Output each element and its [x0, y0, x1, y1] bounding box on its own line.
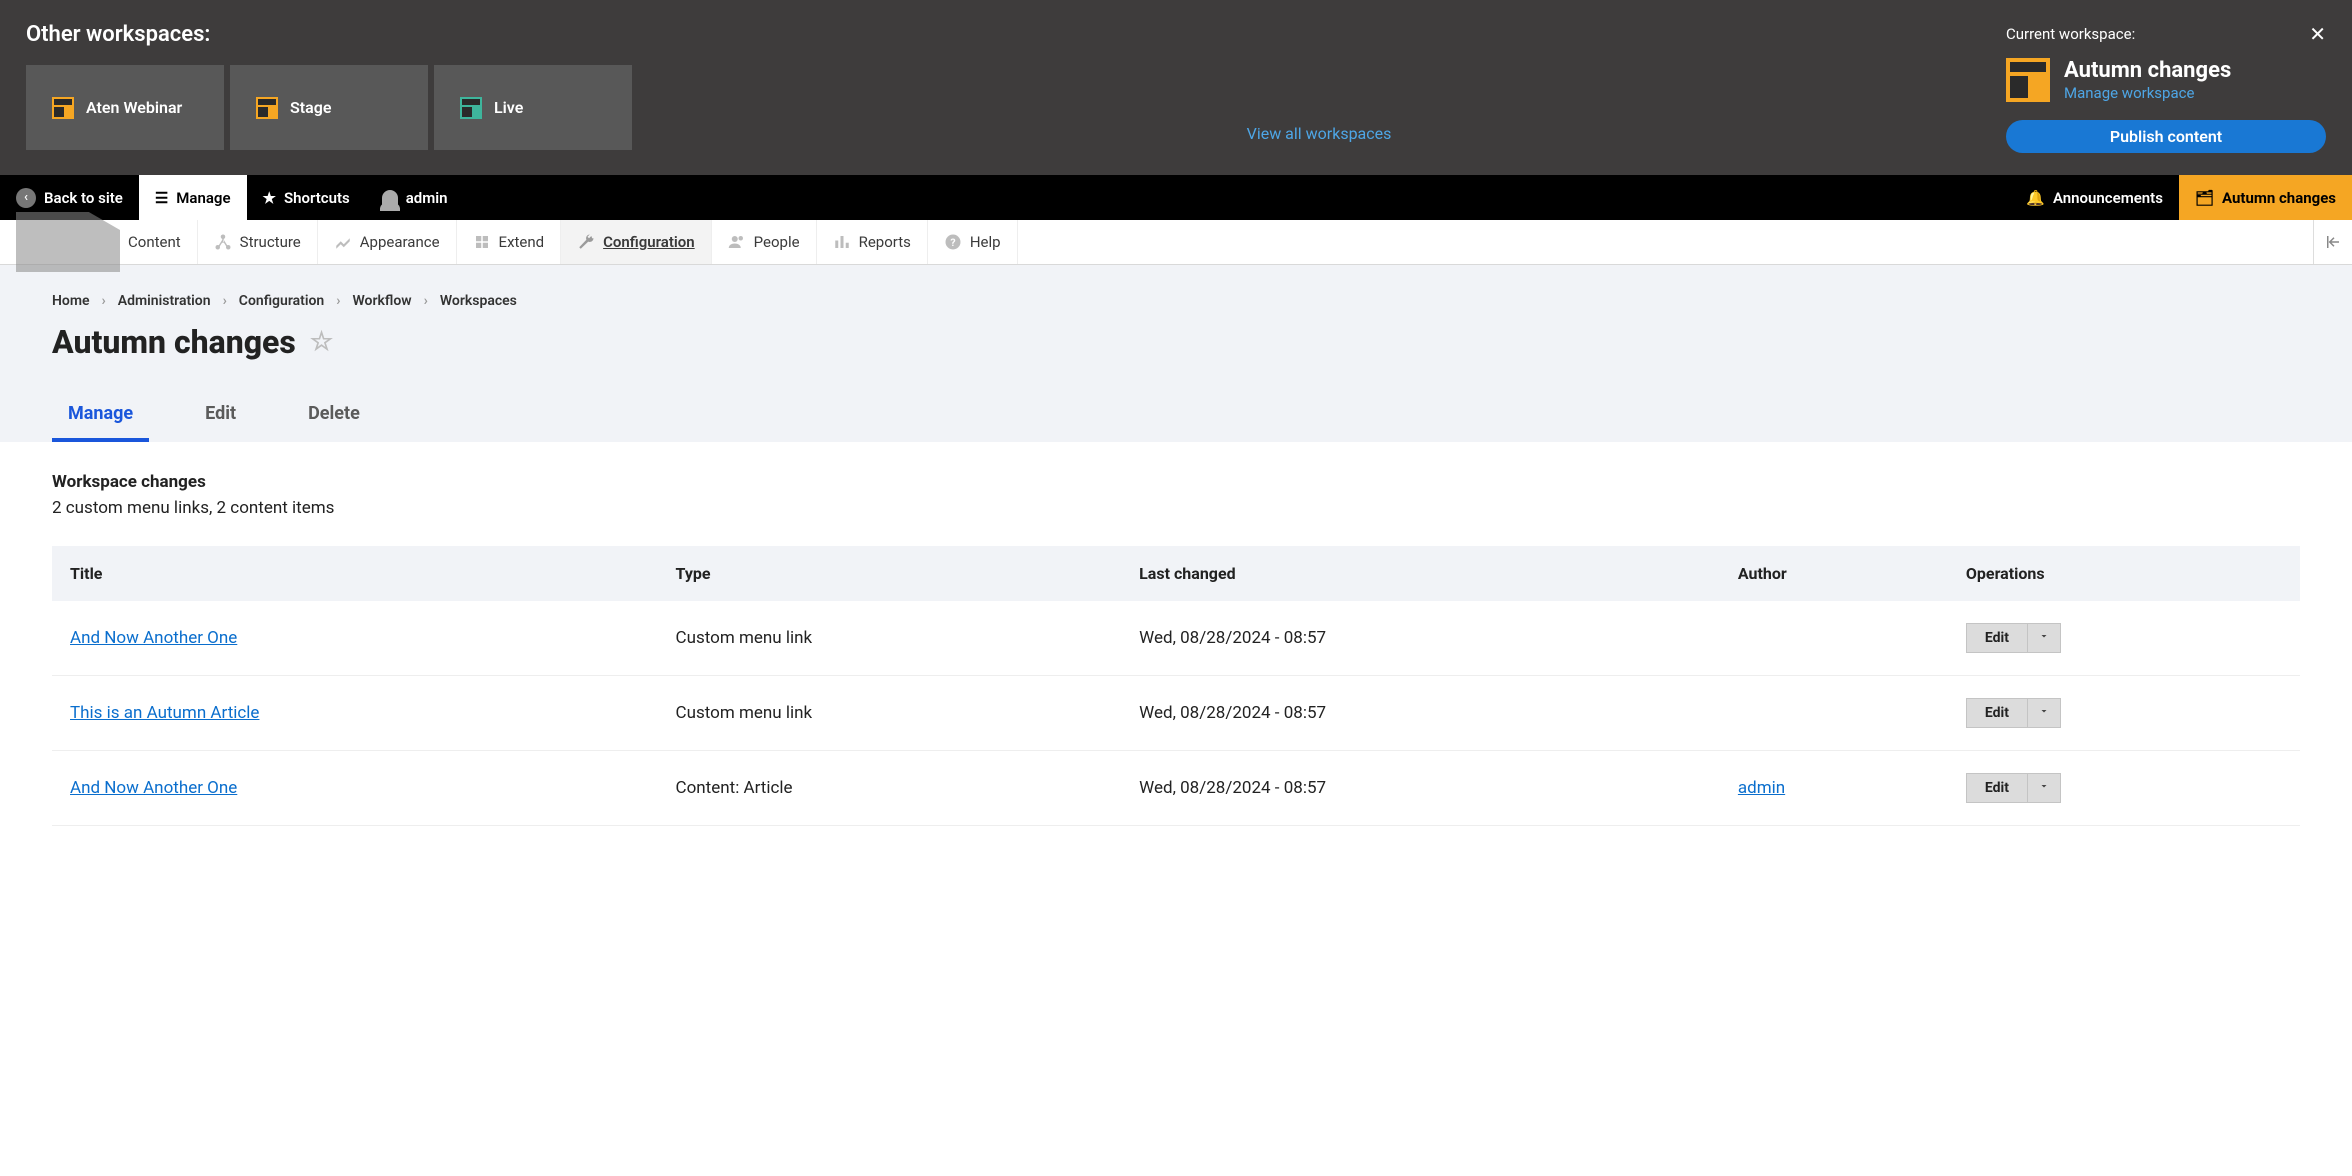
- tab-delete[interactable]: Delete: [292, 395, 376, 442]
- help-icon: ?: [944, 233, 962, 251]
- admin-submenu: Content Structure Appearance Extend Conf…: [0, 220, 2352, 265]
- manage-workspace-link[interactable]: Manage workspace: [2064, 84, 2194, 102]
- breadcrumb-item[interactable]: Workspaces: [440, 293, 517, 309]
- workspace-tile-live[interactable]: Live: [434, 65, 632, 150]
- star-icon: ★: [263, 189, 276, 207]
- admin-toolbar: ‹Back to site ☰Manage ★Shortcuts admin 🔔…: [0, 175, 2352, 220]
- user-menu-button[interactable]: admin: [366, 175, 464, 220]
- breadcrumb-item[interactable]: Workflow: [352, 293, 411, 309]
- submenu-people[interactable]: People: [712, 220, 817, 264]
- workspace-changes-summary: 2 custom menu links, 2 content items: [52, 498, 2300, 518]
- breadcrumb-item[interactable]: Configuration: [239, 293, 324, 309]
- submenu-appearance[interactable]: Appearance: [318, 220, 457, 264]
- submenu-content[interactable]: Content: [0, 220, 198, 264]
- current-workspace-name: Autumn changes: [2064, 58, 2231, 83]
- workspace-icon: 🗂: [2195, 189, 2214, 207]
- col-operations: Operations: [1948, 546, 2300, 601]
- col-last-changed: Last changed: [1121, 546, 1720, 601]
- row-title-link[interactable]: This is an Autumn Article: [70, 703, 259, 723]
- row-last-changed: Wed, 08/28/2024 - 08:57: [1121, 676, 1720, 751]
- row-type: Custom menu link: [658, 676, 1122, 751]
- submenu-reports[interactable]: Reports: [817, 220, 928, 264]
- content-icon: [16, 212, 120, 272]
- page-title: Autumn changes☆: [52, 323, 2300, 361]
- table-row: And Now Another One Content: ArticleWed, …: [52, 751, 2300, 826]
- tab-manage[interactable]: Manage: [52, 395, 149, 442]
- page-header: Home › Administration › Configuration › Wor…: [0, 265, 2352, 442]
- table-row: And Now Another One Custom menu linkWed, …: [52, 601, 2300, 676]
- chevron-down-icon: [2038, 780, 2050, 792]
- workspace-switcher-panel: Other workspaces: Aten Webinar Stage Liv…: [0, 0, 2352, 175]
- close-icon[interactable]: ✕: [2309, 22, 2326, 46]
- row-last-changed: Wed, 08/28/2024 - 08:57: [1121, 751, 1720, 826]
- submenu-configuration[interactable]: Configuration: [561, 220, 712, 264]
- submenu-extend[interactable]: Extend: [457, 220, 562, 264]
- chevron-right-icon: ›: [336, 293, 340, 309]
- chevron-right-icon: ›: [424, 293, 428, 309]
- workspace-changes-heading: Workspace changes: [52, 472, 2300, 492]
- operations-dropdown-button[interactable]: [2027, 698, 2061, 728]
- primary-tabs: Manage Edit Delete: [52, 395, 2300, 442]
- announcements-button[interactable]: 🔔Announcements: [2010, 175, 2179, 220]
- reports-icon: [833, 233, 851, 251]
- current-workspace-label: Current workspace:: [2006, 25, 2135, 43]
- operations-dropdown-button[interactable]: [2027, 773, 2061, 803]
- table-row: This is an Autumn Article Custom menu lin…: [52, 676, 2300, 751]
- structure-icon: [214, 233, 232, 251]
- bell-icon: 🔔: [2026, 189, 2045, 207]
- submenu-structure[interactable]: Structure: [198, 220, 318, 264]
- appearance-icon: [334, 233, 352, 251]
- user-icon: [382, 190, 398, 206]
- svg-text:?: ?: [950, 236, 955, 249]
- page-content: Workspace changes 2 custom menu links, 2…: [0, 442, 2352, 856]
- row-type: Content: Article: [658, 751, 1122, 826]
- workspace-icon: [52, 97, 74, 119]
- publish-content-button[interactable]: Publish content: [2006, 120, 2326, 153]
- operations-dropdown-button[interactable]: [2027, 623, 2061, 653]
- edit-button[interactable]: Edit: [1966, 773, 2027, 803]
- manage-button[interactable]: ☰Manage: [139, 175, 247, 220]
- breadcrumb: Home › Administration › Configuration › Wor…: [52, 293, 2300, 309]
- extend-icon: [473, 233, 491, 251]
- workspace-indicator-button[interactable]: 🗂Autumn changes: [2179, 175, 2352, 220]
- col-author: Author: [1720, 546, 1948, 601]
- people-icon: [728, 233, 746, 251]
- col-title: Title: [52, 546, 658, 601]
- chevron-down-icon: [2038, 705, 2050, 717]
- changes-table: Title Type Last changed Author Operation…: [52, 546, 2300, 826]
- row-type: Custom menu link: [658, 601, 1122, 676]
- row-last-changed: Wed, 08/28/2024 - 08:57: [1121, 601, 1720, 676]
- row-title-link[interactable]: And Now Another One: [70, 628, 237, 648]
- edit-button[interactable]: Edit: [1966, 698, 2027, 728]
- chevron-right-icon: ›: [223, 293, 227, 309]
- other-workspaces-heading: Other workspaces:: [26, 22, 632, 47]
- workspace-tiles: Aten Webinar Stage Live: [26, 65, 632, 150]
- favorite-star-icon[interactable]: ☆: [310, 327, 333, 357]
- collapse-icon: [2324, 233, 2342, 251]
- shortcuts-button[interactable]: ★Shortcuts: [247, 175, 366, 220]
- workspace-icon: [256, 97, 278, 119]
- edit-button[interactable]: Edit: [1966, 623, 2027, 653]
- tab-edit[interactable]: Edit: [189, 395, 252, 442]
- chevron-down-icon: [2038, 630, 2050, 642]
- workspace-tile-stage[interactable]: Stage: [230, 65, 428, 150]
- chevron-right-icon: ›: [102, 293, 106, 309]
- col-type: Type: [658, 546, 1122, 601]
- breadcrumb-item[interactable]: Home: [52, 293, 90, 309]
- breadcrumb-item[interactable]: Administration: [118, 293, 211, 309]
- workspace-icon: [2006, 58, 2050, 102]
- hamburger-icon: ☰: [155, 189, 168, 207]
- workspace-icon: [460, 97, 482, 119]
- collapse-menu-button[interactable]: [2313, 220, 2352, 264]
- submenu-help[interactable]: ?Help: [928, 220, 1018, 264]
- view-all-workspaces-link[interactable]: View all workspaces: [1247, 124, 1392, 143]
- row-author-link[interactable]: admin: [1738, 778, 1785, 798]
- row-title-link[interactable]: And Now Another One: [70, 778, 237, 798]
- chevron-left-icon: ‹: [16, 188, 36, 208]
- wrench-icon: [577, 233, 595, 251]
- workspace-tile-aten-webinar[interactable]: Aten Webinar: [26, 65, 224, 150]
